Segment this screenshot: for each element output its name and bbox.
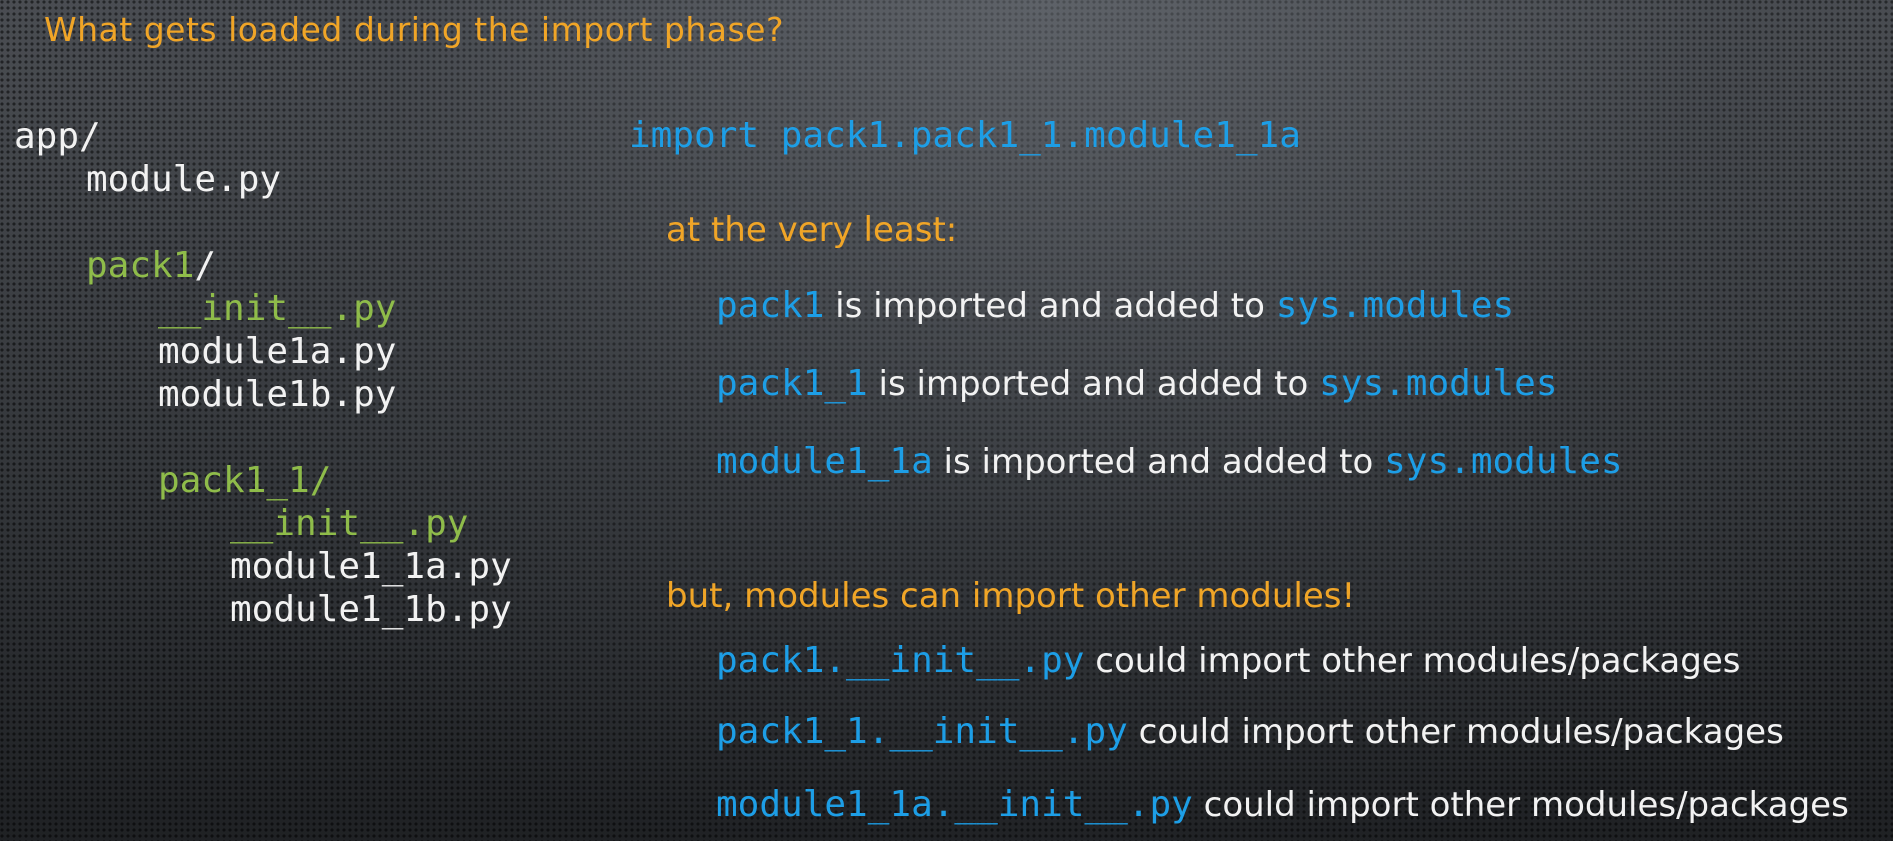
slide-title: What gets loaded during the import phase… (44, 10, 784, 49)
tree-file-pack1-1-init: __init__.py (230, 503, 469, 544)
import-statement: import pack1.pack1_1.module1_1a (629, 115, 1301, 156)
least-item-text: is imported and added to (932, 442, 1385, 482)
tree-folder-pack1-slash: / (194, 245, 217, 286)
least-item-target: sys.modules (1384, 441, 1623, 482)
but-item-text: could import other modules/packages (1084, 641, 1741, 681)
least-item-code: pack1_1 (716, 363, 868, 404)
but-item-code: pack1_1.__init__.py (716, 711, 1128, 752)
but-item-code: pack1.__init__.py (716, 640, 1085, 681)
least-item-text: is imported and added to (867, 364, 1320, 404)
but-item-code: module1_1a.__init__.py (716, 784, 1193, 825)
but-item-pack1-init: pack1.__init__.py could import other mod… (716, 640, 1740, 681)
least-item-code: module1_1a (716, 441, 933, 482)
tree-folder-pack1-name: pack1 (86, 245, 195, 286)
least-item-target: sys.modules (1319, 363, 1558, 404)
least-item-module1-1a: module1_1a is imported and added to sys.… (716, 441, 1623, 482)
tree-file-module1b: module1b.py (158, 374, 397, 415)
tree-root-app: app/ (14, 116, 101, 157)
tree-file-module1a: module1a.py (158, 331, 397, 372)
tree-folder-pack1: pack1/ (86, 244, 216, 287)
tree-file-module1-1a: module1_1a.py (230, 546, 512, 587)
but-item-pack1-1-init: pack1_1.__init__.py could import other m… (716, 711, 1784, 752)
least-item-pack1-1: pack1_1 is imported and added to sys.mod… (716, 363, 1558, 404)
tree-file-module1-1b: module1_1b.py (230, 589, 512, 630)
least-item-target: sys.modules (1275, 285, 1515, 326)
but-item-text: could import other modules/packages (1192, 785, 1849, 825)
tree-folder-pack1-1: pack1_1/ (158, 460, 332, 501)
tree-file-pack1-init: __init__.py (158, 288, 397, 329)
but-item-text: could import other modules/packages (1127, 712, 1784, 752)
least-item-pack1: pack1 is imported and added to sys.modul… (716, 285, 1514, 326)
tree-file-module: module.py (86, 159, 282, 200)
but-item-module1-1a-init: module1_1a.__init__.py could import othe… (716, 784, 1849, 825)
least-item-text: is imported and added to (824, 286, 1276, 326)
least-item-code: pack1 (716, 285, 825, 326)
least-heading: at the very least: (666, 210, 958, 250)
but-heading: but, modules can import other modules! (666, 576, 1356, 616)
